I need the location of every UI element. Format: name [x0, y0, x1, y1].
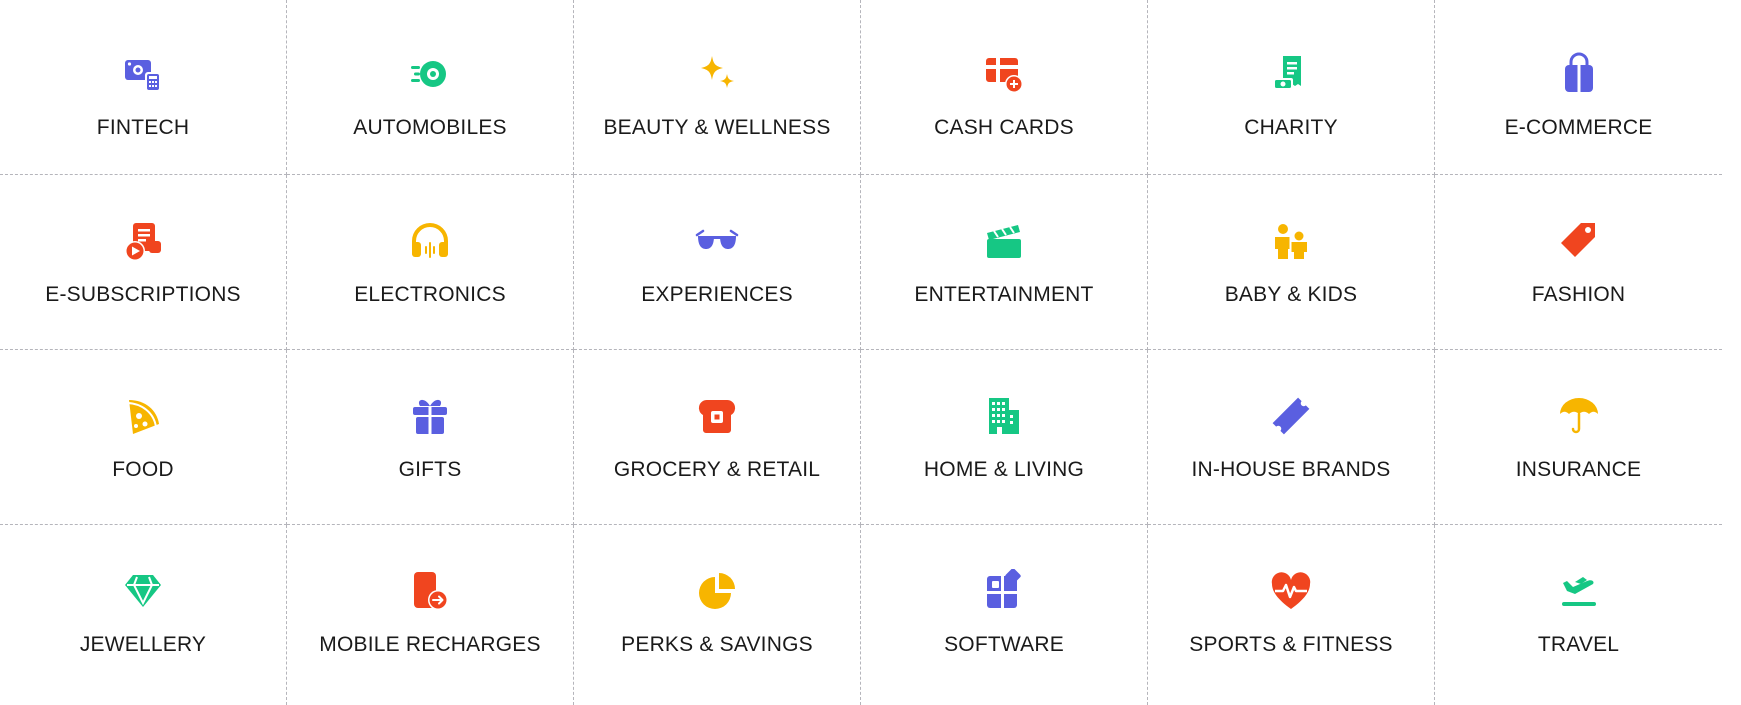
category-label: BABY & KIDS — [1224, 283, 1358, 306]
category-label: ELECTRONICS — [354, 283, 506, 306]
category-travel[interactable]: TRAVEL — [1435, 525, 1722, 705]
category-label: AUTOMOBILES — [353, 116, 507, 139]
parent-child-icon — [1269, 219, 1313, 263]
category-insurance[interactable]: INSURANCE — [1435, 350, 1722, 525]
category-label: ENTERTAINMENT — [914, 283, 1094, 306]
card-plus-icon — [982, 52, 1026, 96]
category-label: BEAUTY & WELLNESS — [603, 116, 831, 139]
category-home-and-living[interactable]: HOME & LIVING — [861, 350, 1148, 525]
category-fashion[interactable]: FASHION — [1435, 175, 1722, 350]
category-label: E-SUBSCRIPTIONS — [45, 283, 241, 306]
ticket-icon — [1269, 394, 1313, 438]
pie-chart-icon — [695, 569, 739, 613]
app-blocks-icon — [982, 569, 1026, 613]
category-baby-and-kids[interactable]: BABY & KIDS — [1148, 175, 1435, 350]
category-food[interactable]: FOOD — [0, 350, 287, 525]
category-automobiles[interactable]: AUTOMOBILES — [287, 0, 574, 175]
category-label: CHARITY — [1244, 116, 1338, 139]
category-grid: FINTECH AUTOMOBILES BEAUTY & WELLNESS CA… — [0, 0, 1741, 705]
sparkles-icon — [695, 52, 739, 96]
category-label: GIFTS — [398, 458, 462, 481]
diamond-icon — [121, 569, 165, 613]
category-label: E-COMMERCE — [1504, 116, 1653, 139]
headphones-icon — [408, 219, 452, 263]
category-software[interactable]: SOFTWARE — [861, 525, 1148, 705]
shopping-bag-icon — [1557, 52, 1601, 96]
gift-box-icon — [408, 394, 452, 438]
category-label: FOOD — [112, 458, 174, 481]
category-charity[interactable]: CHARITY — [1148, 0, 1435, 175]
building-icon — [982, 394, 1026, 438]
speeding-wheel-icon — [408, 52, 452, 96]
price-tag-icon — [1557, 219, 1601, 263]
category-gifts[interactable]: GIFTS — [287, 350, 574, 525]
category-label: FASHION — [1531, 283, 1626, 306]
category-jewellery[interactable]: JEWELLERY — [0, 525, 287, 705]
umbrella-icon — [1557, 394, 1601, 438]
airplane-icon — [1557, 569, 1601, 613]
category-label: SOFTWARE — [944, 633, 1064, 656]
category-label: TRAVEL — [1537, 633, 1620, 656]
donation-receipt-icon — [1269, 52, 1313, 96]
category-cash-cards[interactable]: CASH CARDS — [861, 0, 1148, 175]
subscription-play-icon — [121, 219, 165, 263]
bread-toast-icon — [695, 394, 739, 438]
category-label: EXPERIENCES — [641, 283, 793, 306]
category-label: IN-HOUSE BRANDS — [1191, 458, 1391, 481]
category-mobile-recharges[interactable]: MOBILE RECHARGES — [287, 525, 574, 705]
category-beauty-and-wellness[interactable]: BEAUTY & WELLNESS — [574, 0, 861, 175]
clapperboard-icon — [982, 219, 1026, 263]
category-label: INSURANCE — [1515, 458, 1642, 481]
phone-arrow-icon — [408, 569, 452, 613]
category-label: SPORTS & FITNESS — [1189, 633, 1393, 656]
category-entertainment[interactable]: ENTERTAINMENT — [861, 175, 1148, 350]
category-perks-and-savings[interactable]: PERKS & SAVINGS — [574, 525, 861, 705]
category-electronics[interactable]: ELECTRONICS — [287, 175, 574, 350]
category-e-commerce[interactable]: E-COMMERCE — [1435, 0, 1722, 175]
category-label: PERKS & SAVINGS — [621, 633, 813, 656]
category-in-house-brands[interactable]: IN-HOUSE BRANDS — [1148, 350, 1435, 525]
pizza-slice-icon — [121, 394, 165, 438]
category-fintech[interactable]: FINTECH — [0, 0, 287, 175]
category-sports-and-fitness[interactable]: SPORTS & FITNESS — [1148, 525, 1435, 705]
category-label: MOBILE RECHARGES — [319, 633, 541, 656]
category-grocery-and-retail[interactable]: GROCERY & RETAIL — [574, 350, 861, 525]
category-label: JEWELLERY — [79, 633, 207, 656]
category-experiences[interactable]: EXPERIENCES — [574, 175, 861, 350]
category-label: GROCERY & RETAIL — [613, 458, 821, 481]
category-label: HOME & LIVING — [923, 458, 1085, 481]
category-label: FINTECH — [96, 116, 190, 139]
money-calculator-icon — [121, 52, 165, 96]
category-label: CASH CARDS — [934, 116, 1074, 139]
category-e-subscriptions[interactable]: E-SUBSCRIPTIONS — [0, 175, 287, 350]
sunglasses-icon — [695, 219, 739, 263]
heartbeat-icon — [1269, 569, 1313, 613]
